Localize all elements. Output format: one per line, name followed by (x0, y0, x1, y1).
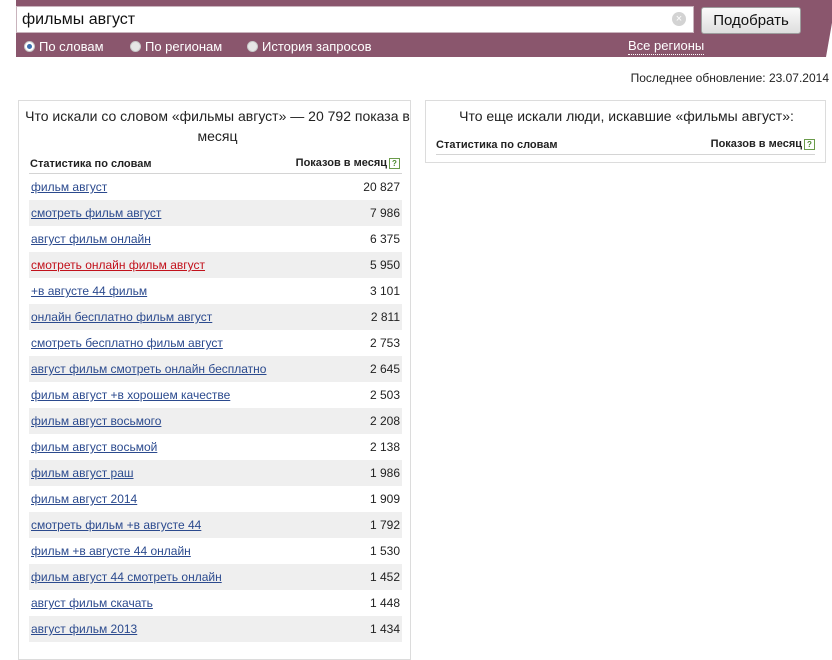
table-row: +в августе 44 фильм 3 101 (29, 278, 402, 304)
impressions-count: 1 434 (369, 622, 400, 636)
column-header-count-label: Показов в месяц (295, 157, 387, 169)
column-header-phrase: Статистика по словам (436, 139, 558, 151)
phrase-link[interactable]: август фильм смотреть онлайн бесплатно (31, 356, 266, 382)
search-bar: фильмы август × Подобрать По словам По р… (16, 0, 832, 57)
impressions-count: 1 452 (369, 570, 400, 584)
table-row: фильм +в августе 44 онлайн 1 530 (29, 538, 402, 564)
phrase-link[interactable]: фильм август (31, 174, 107, 200)
table-row: смотреть фильм август 7 986 (29, 200, 402, 226)
phrase-link[interactable]: фильм август раш (31, 460, 134, 486)
last-updated: Последнее обновление: 23.07.2014 (630, 71, 829, 85)
table-row: смотреть фильм +в августе 44 1 792 (29, 512, 402, 538)
impressions-count: 5 950 (369, 258, 400, 272)
column-header-phrase: Статистика по словам (30, 158, 152, 170)
phrase-link[interactable]: смотреть бесплатно фильм август (31, 330, 223, 356)
impressions-count: 2 208 (369, 414, 400, 428)
table-row: онлайн бесплатно фильм август 2 811 (29, 304, 402, 330)
phrase-link[interactable]: смотреть онлайн фильм август (31, 252, 205, 278)
related-queries-panel: Что еще искали люди, искавшие «фильмы ав… (425, 100, 826, 163)
phrase-link[interactable]: онлайн бесплатно фильм август (31, 304, 212, 330)
mode-label: По словам (39, 39, 104, 54)
table-row: август фильм скачать 1 448 (29, 590, 402, 616)
impressions-count: 2 503 (369, 388, 400, 402)
radio-selected-icon[interactable] (24, 41, 35, 52)
phrase-link[interactable]: фильм август восьмой (31, 434, 157, 460)
table-row: фильм август восьмой 2 138 (29, 434, 402, 460)
phrase-link[interactable]: фильм +в августе 44 онлайн (31, 538, 191, 564)
mode-query-history[interactable]: История запросов (247, 38, 372, 55)
column-header-count: Показов в месяц? (296, 157, 400, 169)
phrase-link[interactable]: август фильм онлайн (31, 226, 151, 252)
table-row: август фильм 2013 1 434 (29, 616, 402, 642)
help-icon[interactable]: ? (804, 138, 815, 150)
impressions-count: 1 792 (369, 518, 400, 532)
table-row: фильм август +в хорошем качестве 2 503 (29, 382, 402, 408)
impressions-count: 2 138 (369, 440, 400, 454)
table-row: фильм август 44 смотреть онлайн 1 452 (29, 564, 402, 590)
impressions-count: 1 530 (369, 544, 400, 558)
impressions-count: 2 811 (370, 310, 400, 324)
column-header-count: Показов в месяц? (711, 138, 815, 150)
table-row: фильм август 2014 1 909 (29, 486, 402, 512)
column-header-count-label: Показов в месяц (710, 138, 802, 150)
radio-icon[interactable] (130, 41, 141, 52)
phrase-link[interactable]: смотреть фильм август (31, 200, 161, 226)
word-stats-panel: Что искали со словом «фильмы август» — 2… (18, 100, 411, 660)
impressions-count: 20 827 (363, 180, 400, 194)
phrase-link[interactable]: фильм август +в хорошем качестве (31, 382, 230, 408)
search-input[interactable]: фильмы август (16, 6, 694, 33)
stats-table: фильм август 20 827 смотреть фильм август 7… (29, 173, 402, 642)
mode-by-regions[interactable]: По регионам (130, 38, 222, 55)
divider (436, 154, 815, 155)
impressions-count: 6 375 (369, 232, 400, 246)
panel-title: Что еще искали люди, искавшие «фильмы ав… (459, 108, 794, 124)
phrase-link[interactable]: август фильм 2013 (31, 616, 137, 642)
phrase-link[interactable]: фильм август 44 смотреть онлайн (31, 564, 222, 590)
submit-button[interactable]: Подобрать (701, 7, 801, 34)
impressions-count: 1 909 (369, 492, 400, 506)
search-bar-notch (826, 0, 832, 57)
search-mode-row: По словам По регионам История запросов В… (24, 38, 814, 56)
all-regions-link[interactable]: Все регионы (628, 38, 705, 55)
impressions-count: 7 986 (369, 206, 400, 220)
impressions-count: 1 448 (369, 596, 400, 610)
table-row: фильм август раш 1 986 (29, 460, 402, 486)
table-row: фильм август 20 827 (29, 174, 402, 200)
phrase-link[interactable]: фильм август 2014 (31, 486, 137, 512)
phrase-link[interactable]: +в августе 44 фильм (31, 278, 147, 304)
impressions-count: 3 101 (369, 284, 400, 298)
table-row: август фильм смотреть онлайн бесплатно 2 … (29, 356, 402, 382)
clear-icon[interactable]: × (672, 12, 686, 26)
mode-label: История запросов (262, 39, 372, 54)
panel-title: Что искали со словом «фильмы август» — 2… (25, 108, 410, 144)
phrase-link[interactable]: август фильм скачать (31, 590, 153, 616)
mode-label: По регионам (145, 39, 223, 54)
phrase-link[interactable]: фильм август восьмого (31, 408, 161, 434)
impressions-count: 1 986 (369, 466, 400, 480)
mode-by-words[interactable]: По словам (24, 38, 104, 55)
table-row: смотреть онлайн фильм август 5 950 (29, 252, 402, 278)
radio-icon[interactable] (247, 41, 258, 52)
impressions-count: 2 645 (369, 362, 400, 376)
impressions-count: 2 753 (369, 336, 400, 350)
help-icon[interactable]: ? (389, 157, 400, 169)
table-row: август фильм онлайн 6 375 (29, 226, 402, 252)
table-row: смотреть бесплатно фильм август 2 753 (29, 330, 402, 356)
phrase-link[interactable]: смотреть фильм +в августе 44 (31, 512, 201, 538)
table-row: фильм август восьмого 2 208 (29, 408, 402, 434)
